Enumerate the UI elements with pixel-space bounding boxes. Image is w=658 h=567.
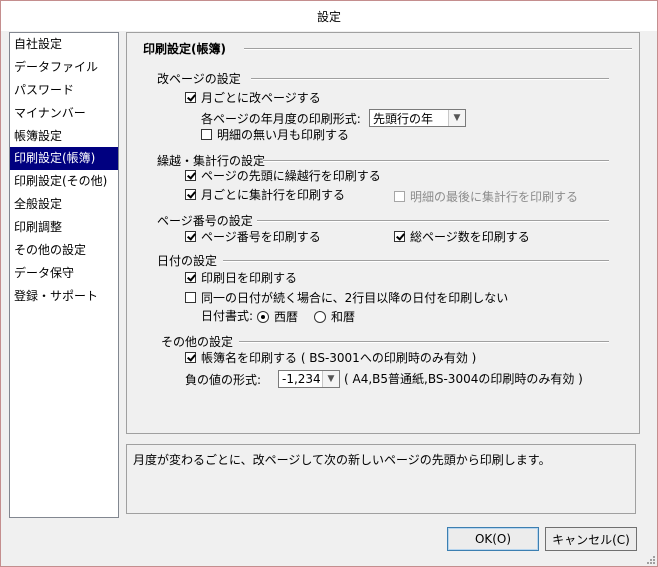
date-group-title: 日付の設定 — [157, 254, 218, 268]
checkbox-box[interactable] — [201, 129, 212, 140]
sidebar-item[interactable]: 全般設定 — [10, 193, 118, 216]
radio-circle[interactable] — [314, 310, 326, 323]
year-format-select[interactable]: 先頭行の年 ▼ — [369, 109, 466, 127]
year-format-label: 各ページの年月度の印刷形式: — [201, 112, 361, 126]
description-box: 月度が変わるごとに、改ページして次の新しいページの先頭から印刷します。 — [126, 444, 636, 514]
page-break-group-title: 改ページの設定 — [157, 72, 241, 86]
carry-top-checkbox[interactable]: ページの先頭に繰越行を印刷する — [185, 167, 381, 184]
sidebar-item[interactable]: データファイル — [10, 56, 118, 79]
checkbox-label: 月ごとに集計行を印刷する — [201, 188, 346, 202]
date-format-label: 日付書式: — [201, 309, 254, 323]
checkbox-box[interactable] — [185, 189, 196, 200]
sidebar-item[interactable]: 印刷調整 — [10, 216, 118, 239]
divider — [251, 78, 609, 80]
checkbox-label: ページの先頭に繰越行を印刷する — [201, 169, 381, 183]
checkbox-box[interactable] — [185, 170, 196, 181]
sidebar-item[interactable]: パスワード — [10, 79, 118, 102]
checkbox-box[interactable] — [185, 92, 196, 103]
divider — [257, 220, 609, 222]
date-format-japanese-radio[interactable]: 和暦 — [314, 308, 355, 325]
checkbox-label: 明細の無い月も印刷する — [217, 128, 350, 142]
year-format-value: 先頭行の年 — [373, 111, 434, 126]
cancel-button[interactable]: キャンセル(C) — [545, 527, 637, 551]
divider — [239, 341, 609, 343]
checkbox-box[interactable] — [185, 292, 196, 303]
checkbox-label: ページ番号を印刷する — [201, 230, 321, 244]
print-date-checkbox[interactable]: 印刷日を印刷する — [185, 269, 297, 286]
panel-title: 印刷設定(帳簿) — [143, 42, 226, 56]
sidebar-item[interactable]: 自社設定 — [10, 33, 118, 56]
print-total-pages-checkbox[interactable]: 総ページ数を印刷する — [394, 228, 530, 245]
other-group-title: その他の設定 — [161, 335, 234, 349]
sidebar-item[interactable]: 帳簿設定 — [10, 125, 118, 148]
sidebar-item[interactable]: 印刷設定(その他) — [10, 170, 118, 193]
negative-format-note: ( A4,B5普通紙,BS-3004の印刷時のみ有効 ) — [344, 372, 583, 386]
print-book-name-checkbox[interactable]: 帳簿名を印刷する ( BS-3001への印刷時のみ有効 ) — [185, 349, 476, 366]
settings-category-list[interactable]: 自社設定 データファイル パスワード マイナンバー 帳簿設定 印刷設定(帳簿) 印刷設定(そ… — [9, 32, 119, 518]
ok-button[interactable]: OK(O) — [447, 527, 539, 551]
resize-grip-icon[interactable] — [645, 554, 655, 564]
divider — [263, 160, 609, 162]
checkbox-label: 明細の最後に集計行を印刷する — [410, 190, 579, 204]
checkbox-label: 月ごとに改ページする — [201, 91, 321, 105]
sidebar-item[interactable]: マイナンバー — [10, 102, 118, 125]
divider — [223, 260, 609, 262]
sidebar-item[interactable]: データ保守 — [10, 262, 118, 285]
divider — [244, 48, 632, 50]
chevron-down-icon[interactable]: ▼ — [322, 371, 339, 387]
print-page-number-checkbox[interactable]: ページ番号を印刷する — [185, 228, 321, 245]
monthly-page-break-checkbox[interactable]: 月ごとに改ページする — [185, 89, 321, 106]
sidebar-item[interactable]: その他の設定 — [10, 239, 118, 262]
print-settings-panel: 印刷設定(帳簿) 改ページの設定 月ごとに改ページする 各ページの年月度の印刷形… — [126, 32, 640, 434]
checkbox-label: 総ページ数を印刷する — [410, 230, 530, 244]
checkbox-box[interactable] — [185, 352, 196, 363]
checkbox-box[interactable] — [394, 231, 405, 242]
monthly-total-checkbox[interactable]: 月ごとに集計行を印刷する — [185, 186, 345, 203]
radio-label: 和暦 — [331, 310, 356, 324]
negative-format-label: 負の値の形式: — [185, 373, 262, 387]
negative-format-value: -1,234 — [282, 372, 321, 386]
settings-dialog: 設定 自社設定 データファイル パスワード マイナンバー 帳簿設定 印刷設定(帳簿) 印刷設… — [0, 0, 658, 567]
date-format-western-radio[interactable]: 西暦 — [257, 308, 298, 325]
total-last-checkbox[interactable]: 明細の最後に集計行を印刷する — [394, 188, 578, 205]
checkbox-label: 同一の日付が続く場合に、2行目以降の日付を印刷しない — [201, 291, 509, 305]
page-number-group-title: ページ番号の設定 — [157, 214, 253, 228]
negative-format-select[interactable]: -1,234 ▼ — [278, 370, 340, 388]
radio-label: 西暦 — [274, 310, 299, 324]
window-title: 設定 — [1, 1, 657, 31]
checkbox-box[interactable] — [185, 272, 196, 283]
chevron-down-icon[interactable]: ▼ — [448, 110, 465, 126]
radio-circle[interactable] — [257, 310, 269, 323]
same-date-checkbox[interactable]: 同一の日付が続く場合に、2行目以降の日付を印刷しない — [185, 289, 508, 306]
print-empty-month-checkbox[interactable]: 明細の無い月も印刷する — [201, 126, 349, 143]
sidebar-item[interactable]: 登録・サポート — [10, 285, 118, 308]
checkbox-box[interactable] — [185, 231, 196, 242]
checkbox-box[interactable] — [394, 191, 405, 202]
checkbox-label: 印刷日を印刷する — [201, 271, 298, 285]
sidebar-item[interactable]: 印刷設定(帳簿) — [10, 147, 118, 171]
checkbox-label: 帳簿名を印刷する ( BS-3001への印刷時のみ有効 ) — [201, 351, 477, 365]
